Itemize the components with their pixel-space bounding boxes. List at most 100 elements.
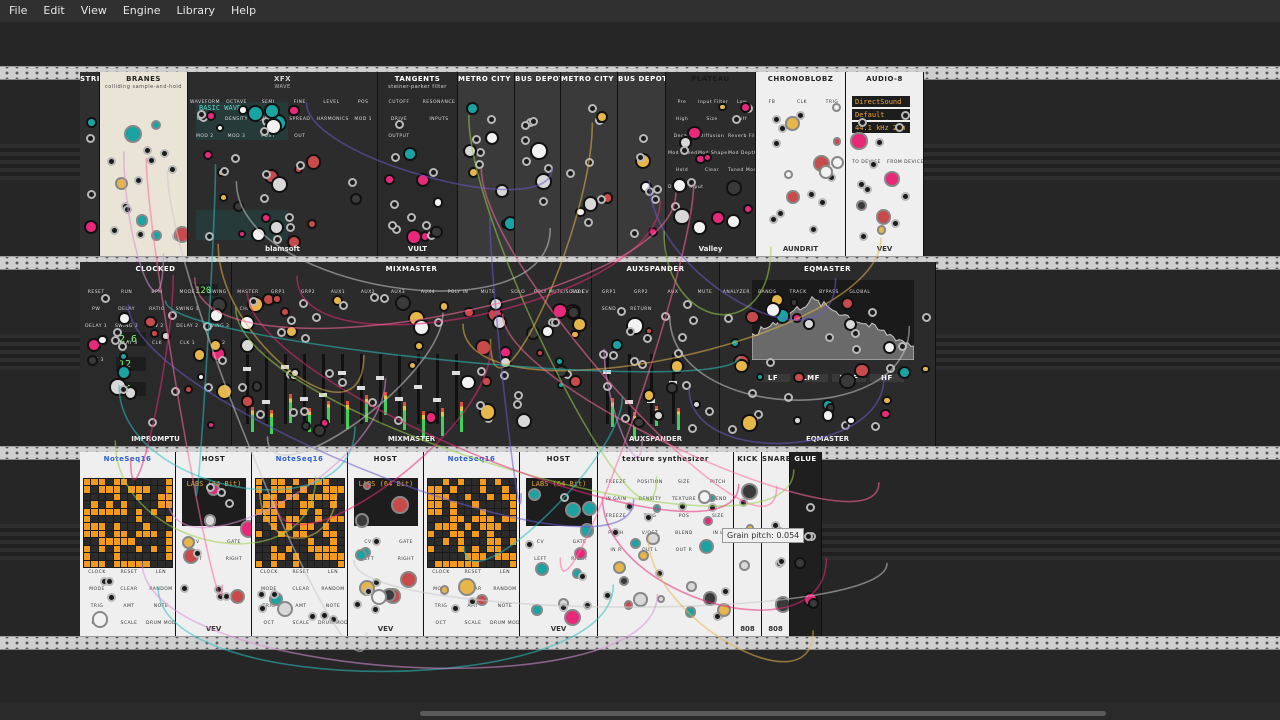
patch-jack[interactable] xyxy=(603,381,613,391)
patch-jack[interactable] xyxy=(371,604,381,614)
patch-jack[interactable] xyxy=(732,114,742,124)
patch-jack[interactable] xyxy=(107,157,117,167)
parameter-knob[interactable] xyxy=(215,124,224,133)
patch-jack[interactable] xyxy=(180,583,190,593)
patch-jack[interactable] xyxy=(683,300,693,310)
grid-cell[interactable] xyxy=(428,545,435,553)
grid-cell[interactable] xyxy=(293,523,300,530)
grid-cell[interactable] xyxy=(315,486,322,493)
patch-jack[interactable] xyxy=(123,204,133,214)
patch-jack[interactable] xyxy=(476,148,486,158)
parameter-knob[interactable] xyxy=(135,214,149,227)
grid-cell[interactable] xyxy=(322,560,330,567)
patch-jack[interactable] xyxy=(704,406,714,416)
parameter-knob[interactable] xyxy=(580,523,595,538)
grid-cell[interactable] xyxy=(106,493,113,501)
grid-cell[interactable] xyxy=(479,523,487,530)
module-bus-depot[interactable]: BUS DEPOT xyxy=(515,72,561,256)
patch-jack[interactable] xyxy=(869,159,879,169)
grid-cell[interactable] xyxy=(494,538,502,545)
parameter-knob[interactable] xyxy=(530,603,543,616)
grid-cell[interactable] xyxy=(502,530,509,538)
grid-cell[interactable] xyxy=(263,501,270,508)
module-host[interactable]: HOSTLABS (64 Bit)CVGATELEFTRIGHTVEV xyxy=(348,452,424,636)
grid-cell[interactable] xyxy=(479,545,487,553)
parameter-knob[interactable] xyxy=(403,146,417,161)
grid-cell[interactable] xyxy=(91,523,98,530)
patch-jack[interactable] xyxy=(795,110,805,120)
patch-jack[interactable] xyxy=(301,334,311,344)
patch-jack[interactable] xyxy=(603,591,613,601)
grid-cell[interactable] xyxy=(113,523,121,530)
patch-jack[interactable] xyxy=(673,348,683,358)
parameter-knob[interactable] xyxy=(642,389,655,402)
grid-cell[interactable] xyxy=(300,553,307,560)
note-sequence-grid[interactable] xyxy=(427,478,517,568)
grid-cell[interactable] xyxy=(263,538,270,545)
grid-cell[interactable] xyxy=(158,553,165,560)
patch-jack[interactable] xyxy=(276,328,286,338)
grid-cell[interactable] xyxy=(128,479,135,486)
grid-cell[interactable] xyxy=(435,560,442,567)
grid-cell[interactable] xyxy=(113,501,121,508)
grid-cell[interactable] xyxy=(450,479,457,486)
grid-cell[interactable] xyxy=(165,486,172,493)
parameter-knob[interactable] xyxy=(465,102,479,115)
grid-cell[interactable] xyxy=(84,530,91,538)
grid-cell[interactable] xyxy=(465,479,472,486)
grid-cell[interactable] xyxy=(285,516,293,523)
parameter-knob[interactable] xyxy=(686,581,697,592)
patch-jack[interactable] xyxy=(106,592,116,602)
patch-jack[interactable] xyxy=(551,317,561,327)
menu-help[interactable]: Help xyxy=(223,0,264,22)
grid-cell[interactable] xyxy=(307,523,315,530)
patch-jack[interactable] xyxy=(230,154,240,164)
module-xfx[interactable]: XFXWAVEBASIC WAVESWAVEFORMOCTAVESEMIFINE… xyxy=(188,72,378,256)
grid-cell[interactable] xyxy=(315,545,322,553)
parameter-knob[interactable] xyxy=(718,103,727,112)
grid-cell[interactable] xyxy=(256,530,263,538)
grid-cell[interactable] xyxy=(435,538,442,545)
grid-cell[interactable] xyxy=(337,553,344,560)
grid-cell[interactable] xyxy=(472,501,479,508)
patch-jack[interactable] xyxy=(500,371,509,381)
module-chronoblobz[interactable]: CHRONOBLOBZ FB CLK TRIG AUNDRIT xyxy=(756,72,846,256)
patch-jack[interactable] xyxy=(474,159,484,169)
grid-cell[interactable] xyxy=(113,545,121,553)
grid-cell[interactable] xyxy=(293,508,300,516)
grid-cell[interactable] xyxy=(143,493,150,501)
patch-jack[interactable] xyxy=(642,333,652,343)
grid-cell[interactable] xyxy=(135,545,143,553)
grid-cell[interactable] xyxy=(293,553,300,560)
grid-cell[interactable] xyxy=(158,530,165,538)
grid-cell[interactable] xyxy=(457,530,465,538)
parameter-knob[interactable] xyxy=(534,562,549,577)
parameter-knob[interactable] xyxy=(646,532,660,546)
patch-jack[interactable] xyxy=(784,393,794,403)
grid-cell[interactable] xyxy=(322,501,330,508)
module-tangents[interactable]: TANGENTS steiner-parker filter CUTOFF RESON… xyxy=(378,72,458,256)
grid-cell[interactable] xyxy=(479,501,487,508)
grid-cell[interactable] xyxy=(494,523,502,530)
grid-cell[interactable] xyxy=(278,523,285,530)
grid-cell[interactable] xyxy=(450,560,457,567)
grid-cell[interactable] xyxy=(150,560,158,567)
grid-cell[interactable] xyxy=(135,508,143,516)
parameter-knob[interactable] xyxy=(84,219,99,234)
grid-cell[interactable] xyxy=(428,508,435,516)
channel-fader-handle[interactable] xyxy=(338,371,346,376)
grid-cell[interactable] xyxy=(285,501,293,508)
patch-jack[interactable] xyxy=(582,600,592,610)
grid-cell[interactable] xyxy=(487,530,494,538)
grid-cell[interactable] xyxy=(263,493,270,501)
grid-cell[interactable] xyxy=(121,553,128,560)
parameter-knob[interactable] xyxy=(87,355,99,366)
parameter-knob[interactable] xyxy=(439,585,450,595)
grid-cell[interactable] xyxy=(322,545,330,553)
grid-cell[interactable] xyxy=(165,538,172,545)
grid-cell[interactable] xyxy=(509,538,516,545)
patch-jack[interactable] xyxy=(105,577,115,587)
grid-cell[interactable] xyxy=(98,508,106,516)
grid-cell[interactable] xyxy=(98,553,106,560)
patch-jack[interactable] xyxy=(874,138,884,148)
